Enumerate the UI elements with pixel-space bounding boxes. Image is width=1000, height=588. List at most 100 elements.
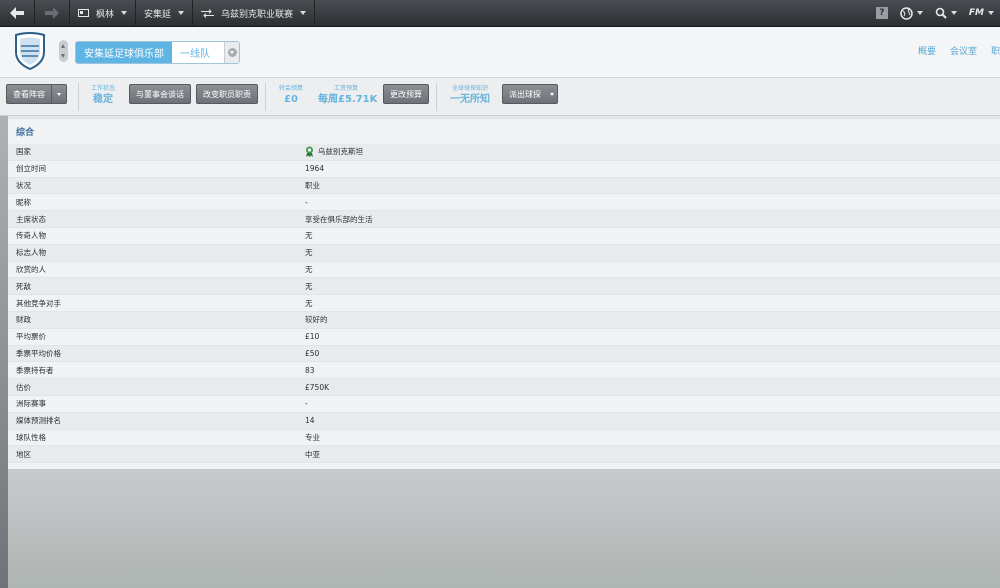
row-value-text: £50	[305, 348, 320, 358]
chevron-down-icon	[988, 11, 994, 15]
club-tabs: 概要 会议室 职	[918, 44, 1000, 57]
tab-staff[interactable]: 职	[991, 44, 1000, 57]
top-nav-bar: 枫林 安集延 乌兹别克职业联赛 ? FM	[0, 0, 1000, 27]
table-row: 死敌 无	[8, 278, 1000, 296]
row-label: 主席状态	[16, 214, 46, 224]
button-label: 查看阵容	[13, 89, 45, 99]
table-row: 球队性格 专业	[8, 430, 1000, 447]
club-header: 安集延足球俱乐部 一线队 概要 会议室 职	[0, 27, 1000, 78]
send-scout-button[interactable]: 派出球探	[502, 84, 558, 104]
table-row: 状况 职业	[8, 177, 1000, 195]
row-value[interactable]: 乌兹别克斯坦	[305, 146, 363, 158]
row-value: £750K	[305, 383, 329, 392]
job-status-value: 稳定	[93, 94, 113, 105]
row-label: 创立时间	[16, 164, 46, 174]
chevron-up-icon	[61, 44, 65, 48]
panel-title: 综合	[16, 128, 35, 138]
chevron-down-icon	[916, 11, 923, 15]
talk-to-board-button[interactable]: 与董事会谈话	[129, 84, 191, 104]
row-value-text: 无	[305, 281, 313, 291]
nation-badge-icon	[306, 146, 313, 158]
row-label: 财政	[16, 315, 31, 325]
job-status-label: 工作状态	[90, 85, 115, 92]
row-value: -	[305, 198, 308, 207]
search-button[interactable]	[929, 0, 963, 26]
button-label: 派出球探	[509, 89, 541, 99]
table-row: 国家 乌兹别克斯坦	[8, 144, 1000, 161]
wage-budget-label: 工资预算	[333, 85, 358, 92]
row-label: 媒体预测排名	[16, 416, 61, 426]
row-value: 较好的	[305, 314, 328, 325]
row-value-text: 14	[305, 416, 315, 426]
chevron-down-icon	[550, 92, 554, 96]
table-row: 主席状态 享受在俱乐部的生活	[8, 211, 1000, 228]
chevron-down-icon	[121, 11, 128, 15]
nav-crumb-manager[interactable]: 枫林	[70, 0, 137, 26]
globe-button[interactable]	[894, 0, 929, 26]
table-row: 标志人物 无	[8, 244, 1000, 262]
change-staff-duties-button[interactable]: 改变职员职责	[196, 84, 258, 104]
team-dropdown[interactable]	[224, 42, 239, 63]
row-value-text: 中亚	[305, 449, 320, 459]
row-value-text: £750K	[305, 382, 330, 392]
row-label: 传奇人物	[16, 231, 46, 241]
row-label: 状况	[16, 180, 31, 190]
row-label: 欣赏的人	[16, 264, 46, 274]
view-squad-button[interactable]: 查看阵容	[6, 84, 67, 104]
nav-crumb-league[interactable]: 乌兹别克职业联赛	[193, 0, 316, 26]
row-value: 中亚	[305, 449, 320, 460]
table-row: 季票持有者 83	[8, 362, 1000, 380]
help-button[interactable]: ?	[870, 0, 894, 26]
wage-budget: 工资预算 每周£5.71K	[318, 85, 377, 106]
row-value: 无	[305, 298, 313, 309]
forward-button[interactable]	[35, 0, 70, 26]
row-value: 1964	[305, 164, 324, 173]
chevron-down-icon	[950, 11, 957, 15]
row-label: 昵称	[16, 197, 31, 207]
view-squad-dropdown[interactable]	[51, 85, 66, 103]
globe-icon	[900, 6, 913, 20]
row-value-text: 无	[305, 264, 313, 274]
tab-overview[interactable]: 概要	[918, 44, 936, 57]
row-value: 14	[305, 416, 315, 425]
back-button[interactable]	[0, 0, 35, 26]
club-name: 安集延足球俱乐部	[76, 42, 172, 63]
row-label: 洲际赛事	[16, 399, 46, 409]
back-arrow-icon	[10, 7, 24, 19]
row-value: 无	[305, 247, 313, 258]
row-value-text: 83	[305, 365, 315, 375]
button-label: 更改预算	[390, 89, 422, 99]
table-row: 其他竞争对手 无	[8, 295, 1000, 312]
chevron-down-icon	[57, 92, 61, 96]
fm-menu-button[interactable]: FM	[963, 0, 1000, 26]
row-value-text: 较好的	[305, 315, 328, 325]
tab-boardroom[interactable]: 会议室	[950, 44, 977, 57]
table-row: 昵称 -	[8, 194, 1000, 212]
row-label: 国家	[16, 147, 31, 157]
club-switch-stepper[interactable]	[59, 40, 68, 62]
send-scout-dropdown[interactable]	[547, 85, 557, 103]
row-label: 球队性格	[16, 432, 46, 442]
scouting-knowledge-value: 一无所知	[450, 94, 490, 105]
divider	[436, 83, 437, 111]
scouting-knowledge: 全球球探知识 一无所知	[446, 85, 494, 106]
row-value-text: 乌兹别克斯坦	[318, 147, 363, 157]
row-value: £10	[305, 332, 319, 341]
help-icon: ?	[875, 7, 888, 19]
nav-crumb-club[interactable]: 安集延	[136, 0, 194, 26]
change-budget-button[interactable]: 更改预算	[383, 84, 429, 104]
club-selector[interactable]: 安集延足球俱乐部 一线队	[75, 41, 240, 64]
fm-logo: FM	[968, 8, 984, 18]
table-row: 欣赏的人 无	[8, 262, 1000, 279]
row-value-text: 无	[305, 248, 313, 258]
row-value: 职业	[305, 180, 320, 191]
row-value-text: 无	[305, 298, 313, 308]
table-row: 传奇人物 无	[8, 228, 1000, 245]
row-label: 其他竞争对手	[16, 298, 61, 308]
job-status: 工作状态 稳定	[88, 85, 118, 106]
transfer-budget-value: £0	[284, 94, 298, 105]
forward-arrow-icon	[45, 7, 59, 19]
row-label: 季票平均价格	[16, 348, 61, 358]
general-info-panel: 综合 国家 乌兹别克斯坦 创立时间 1964 状况 职业 昵称 - 主席状态 享受在俱乐部的生活传…	[8, 119, 1000, 469]
row-value-text: -	[305, 399, 308, 409]
